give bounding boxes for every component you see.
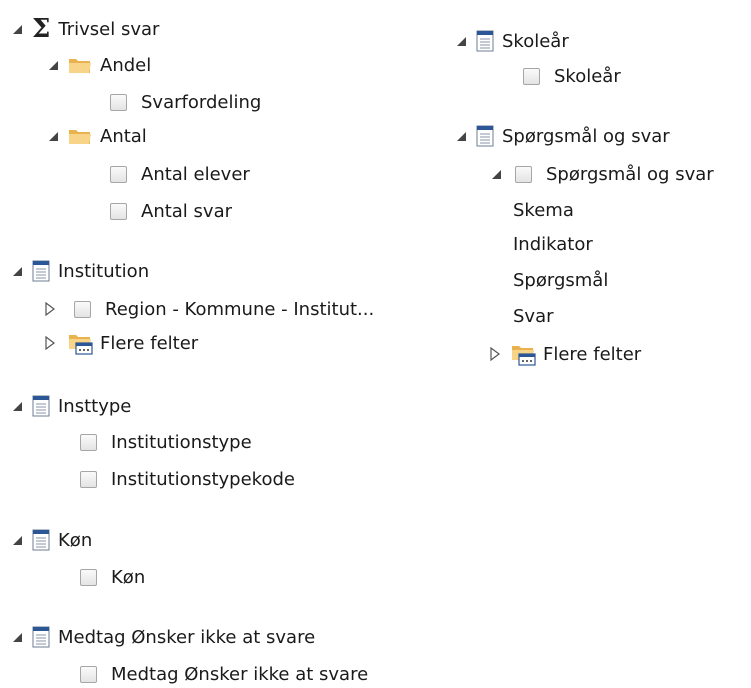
collapsed-triangle-icon[interactable] <box>44 302 56 316</box>
hierarchy-level-skema[interactable]: Skema <box>513 196 574 224</box>
tree-node-institution[interactable]: Institution <box>10 257 149 285</box>
node-label: Trivsel svar <box>58 18 160 40</box>
field-label: Svarfordeling <box>141 91 262 113</box>
hierarchy-region-kommune-institution[interactable]: Region - Kommune - Institut... <box>44 295 374 323</box>
expanded-triangle-icon[interactable] <box>46 129 60 143</box>
field-svarfordeling[interactable]: Svarfordeling <box>110 88 261 116</box>
table-icon <box>476 125 494 147</box>
checkbox-icon[interactable] <box>74 300 91 318</box>
field-label: Antal elever <box>141 163 250 185</box>
field-skoleaar[interactable]: Skoleår <box>523 62 621 90</box>
field-medtag[interactable]: Medtag Ønsker ikke at svare <box>80 660 368 688</box>
tree-node-medtag[interactable]: Medtag Ønsker ikke at svare <box>10 623 315 651</box>
field-label: Institutionstype <box>111 431 252 453</box>
table-icon <box>32 529 50 551</box>
table-icon <box>32 260 50 282</box>
expanded-triangle-icon[interactable] <box>454 34 468 48</box>
tree-node-flere-felter-institution[interactable]: Flere felter <box>44 329 198 357</box>
expanded-triangle-icon[interactable] <box>489 167 503 181</box>
checkbox-icon[interactable] <box>110 202 127 220</box>
collapsed-triangle-icon[interactable] <box>489 347 501 361</box>
tree-node-trivsel-svar[interactable]: Σ Trivsel svar <box>10 15 159 43</box>
hierarchy-level-spoergsmaal[interactable]: Spørgsmål <box>513 266 608 294</box>
hierarchy-label: Spørgsmål og svar <box>546 163 714 185</box>
field-label: Antal svar <box>141 200 232 222</box>
node-label: Flere felter <box>543 343 642 365</box>
tree-node-andel[interactable]: Andel <box>46 51 151 79</box>
field-label: Medtag Ønsker ikke at svare <box>111 663 369 685</box>
expanded-triangle-icon[interactable] <box>454 129 468 143</box>
hierarchy-level-indikator[interactable]: Indikator <box>513 230 593 258</box>
checkbox-icon[interactable] <box>523 67 540 85</box>
tree-node-insttype[interactable]: Insttype <box>10 392 131 420</box>
field-koen[interactable]: Køn <box>80 563 145 591</box>
node-label: Skoleår <box>502 30 569 52</box>
field-antal-svar[interactable]: Antal svar <box>110 197 232 225</box>
table-icon <box>32 626 50 648</box>
node-label: Insttype <box>58 395 132 417</box>
node-label: Antal <box>100 125 147 147</box>
tree-node-spoergsmaal-og-svar[interactable]: Spørgsmål og svar <box>454 122 670 150</box>
node-label: Spørgsmål og svar <box>502 125 670 147</box>
tree-node-antal[interactable]: Antal <box>46 122 147 150</box>
hierarchy-level-svar[interactable]: Svar <box>513 302 554 330</box>
node-label: Flere felter <box>100 332 199 354</box>
tree-node-skoleaar[interactable]: Skoleår <box>454 27 569 55</box>
node-label: Institution <box>58 260 150 282</box>
field-label: Køn <box>111 566 146 588</box>
folder-icon <box>69 59 91 73</box>
sigma-icon: Σ <box>32 14 51 44</box>
folder-icon <box>69 130 91 144</box>
table-icon <box>32 395 50 417</box>
hierarchy-label: Region - Kommune - Institut... <box>105 298 375 320</box>
tree-node-koen[interactable]: Køn <box>10 526 92 554</box>
checkbox-icon[interactable] <box>110 93 127 111</box>
hierarchy-spoergsmaal-og-svar[interactable]: Spørgsmål og svar <box>489 160 714 188</box>
checkbox-icon[interactable] <box>515 165 532 183</box>
field-label: Skoleår <box>554 65 621 87</box>
node-label: Andel <box>100 54 152 76</box>
node-label: Køn <box>58 529 93 551</box>
checkbox-icon[interactable] <box>80 665 97 683</box>
checkbox-icon[interactable] <box>80 470 97 488</box>
expanded-triangle-icon[interactable] <box>46 58 60 72</box>
checkbox-icon[interactable] <box>80 433 97 451</box>
field-antal-elever[interactable]: Antal elever <box>110 160 250 188</box>
tree-node-flere-felter-spoergsmaal[interactable]: Flere felter <box>489 340 641 368</box>
expanded-triangle-icon[interactable] <box>10 399 24 413</box>
more-fields-folder-icon <box>512 346 536 366</box>
more-fields-folder-icon <box>69 335 93 355</box>
collapsed-triangle-icon[interactable] <box>44 336 56 350</box>
expanded-triangle-icon[interactable] <box>10 630 24 644</box>
expanded-triangle-icon[interactable] <box>10 264 24 278</box>
expanded-triangle-icon[interactable] <box>10 533 24 547</box>
field-label: Institutionstypekode <box>111 468 295 490</box>
node-label: Medtag Ønsker ikke at svare <box>58 626 316 648</box>
checkbox-icon[interactable] <box>80 568 97 586</box>
checkbox-icon[interactable] <box>110 165 127 183</box>
table-icon <box>476 30 494 52</box>
expanded-triangle-icon[interactable] <box>10 22 24 36</box>
field-institutionstype[interactable]: Institutionstype <box>80 428 252 456</box>
field-institutionstypekode[interactable]: Institutionstypekode <box>80 465 295 493</box>
